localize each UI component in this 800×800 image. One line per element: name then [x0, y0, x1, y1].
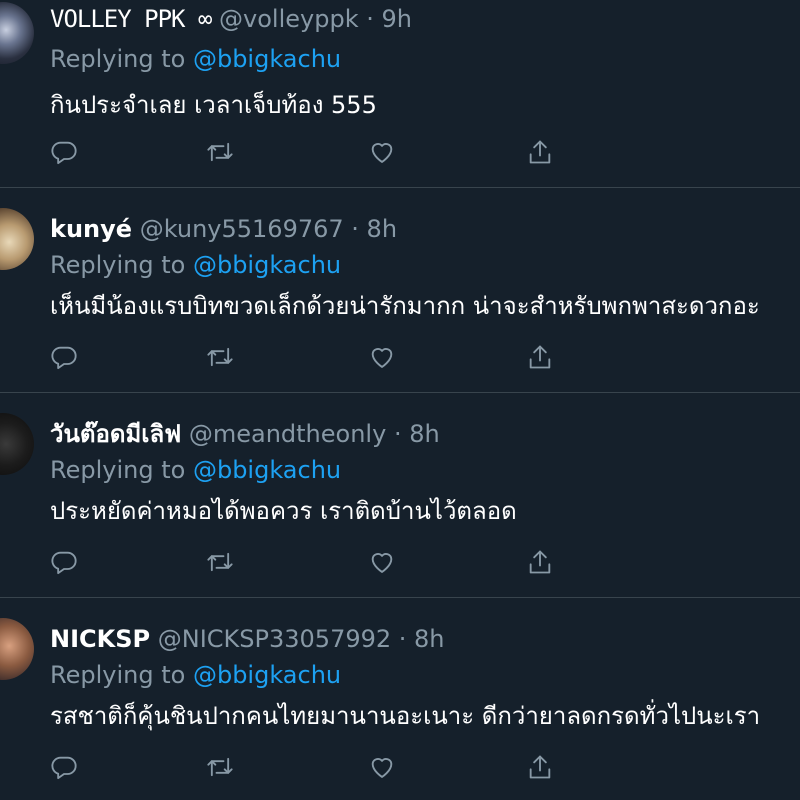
share-icon[interactable] — [526, 548, 556, 578]
tweet-header: kunyé @kuny55169767 · 8h — [50, 214, 397, 244]
like-icon[interactable] — [368, 753, 398, 783]
replying-to-label: Replying to — [50, 251, 186, 279]
tweet-header: NICKSP @NICKSP33057992 · 8h — [50, 624, 445, 654]
retweet-icon[interactable] — [206, 343, 236, 373]
retweet-icon[interactable] — [206, 548, 236, 578]
action-bar — [50, 343, 570, 373]
retweet-icon[interactable] — [206, 138, 236, 168]
retweet-icon[interactable] — [206, 753, 236, 783]
mention-link[interactable]: @bbigkachu — [193, 661, 341, 689]
tweet-reply[interactable]: วันต๊อดมีเลิฟ @meandtheonly · 8h Replyin… — [0, 393, 800, 598]
reply-icon[interactable] — [50, 753, 80, 783]
timestamp[interactable]: · 8h — [399, 625, 445, 653]
tweet-text: เห็นมีน้องแรบบิทขวดเล็กด้วยน่ารักมากก น่… — [50, 292, 760, 320]
mention-link[interactable]: @bbigkachu — [193, 456, 341, 484]
replying-to-line: Replying to @bbigkachu — [50, 455, 341, 485]
tweet-header: วันต๊อดมีเลิฟ @meandtheonly · 8h — [50, 419, 440, 449]
action-bar — [50, 548, 570, 578]
like-icon[interactable] — [368, 138, 398, 168]
reply-feed: VOLLEY PPK ∞ @volleyppk · 9h Replying to… — [0, 0, 800, 800]
replying-to-line: Replying to @bbigkachu — [50, 44, 341, 74]
like-icon[interactable] — [368, 548, 398, 578]
share-icon[interactable] — [526, 138, 556, 168]
display-name[interactable]: NICKSP — [50, 625, 150, 653]
tweet-reply[interactable]: VOLLEY PPK ∞ @volleyppk · 9h Replying to… — [0, 0, 800, 188]
user-handle[interactable]: @kuny55169767 — [140, 215, 344, 243]
reply-icon[interactable] — [50, 548, 80, 578]
tweet-reply[interactable]: kunyé @kuny55169767 · 8h Replying to @bb… — [0, 188, 800, 393]
tweet-text: ประหยัดค่าหมอได้พอควร เราติดบ้านไว้ตลอด — [50, 497, 517, 525]
user-handle[interactable]: @NICKSP33057992 — [158, 625, 391, 653]
user-handle[interactable]: @volleyppk — [219, 5, 359, 33]
avatar[interactable] — [0, 618, 34, 680]
display-name[interactable]: kunyé — [50, 215, 132, 243]
tweet-header: VOLLEY PPK ∞ @volleyppk · 9h — [50, 4, 412, 34]
action-bar — [50, 138, 570, 168]
replying-to-label: Replying to — [50, 45, 186, 73]
tweet-text: กินประจำเลย เวลาเจ็บท้อง 555 — [50, 91, 377, 119]
share-icon[interactable] — [526, 753, 556, 783]
user-handle[interactable]: @meandtheonly — [189, 420, 386, 448]
avatar[interactable] — [0, 208, 34, 270]
replying-to-line: Replying to @bbigkachu — [50, 250, 341, 280]
share-icon[interactable] — [526, 343, 556, 373]
mention-link[interactable]: @bbigkachu — [193, 251, 341, 279]
timestamp[interactable]: · 8h — [394, 420, 440, 448]
timestamp[interactable]: · 8h — [351, 215, 397, 243]
mention-link[interactable]: @bbigkachu — [193, 45, 341, 73]
avatar[interactable] — [0, 413, 34, 475]
tweet-text: รสชาติก็คุ้นชินปากคนไทยมานานอะเนาะ ดีกว่… — [50, 702, 761, 730]
timestamp[interactable]: · 9h — [366, 5, 412, 33]
reply-icon[interactable] — [50, 138, 80, 168]
replying-to-line: Replying to @bbigkachu — [50, 660, 341, 690]
tweet-reply[interactable]: NICKSP @NICKSP33057992 · 8h Replying to … — [0, 598, 800, 800]
display-name[interactable]: VOLLEY PPK ∞ — [50, 5, 212, 33]
display-name[interactable]: วันต๊อดมีเลิฟ — [50, 420, 181, 448]
like-icon[interactable] — [368, 343, 398, 373]
reply-icon[interactable] — [50, 343, 80, 373]
replying-to-label: Replying to — [50, 456, 186, 484]
replying-to-label: Replying to — [50, 661, 186, 689]
action-bar — [50, 753, 570, 783]
avatar[interactable] — [0, 2, 34, 64]
